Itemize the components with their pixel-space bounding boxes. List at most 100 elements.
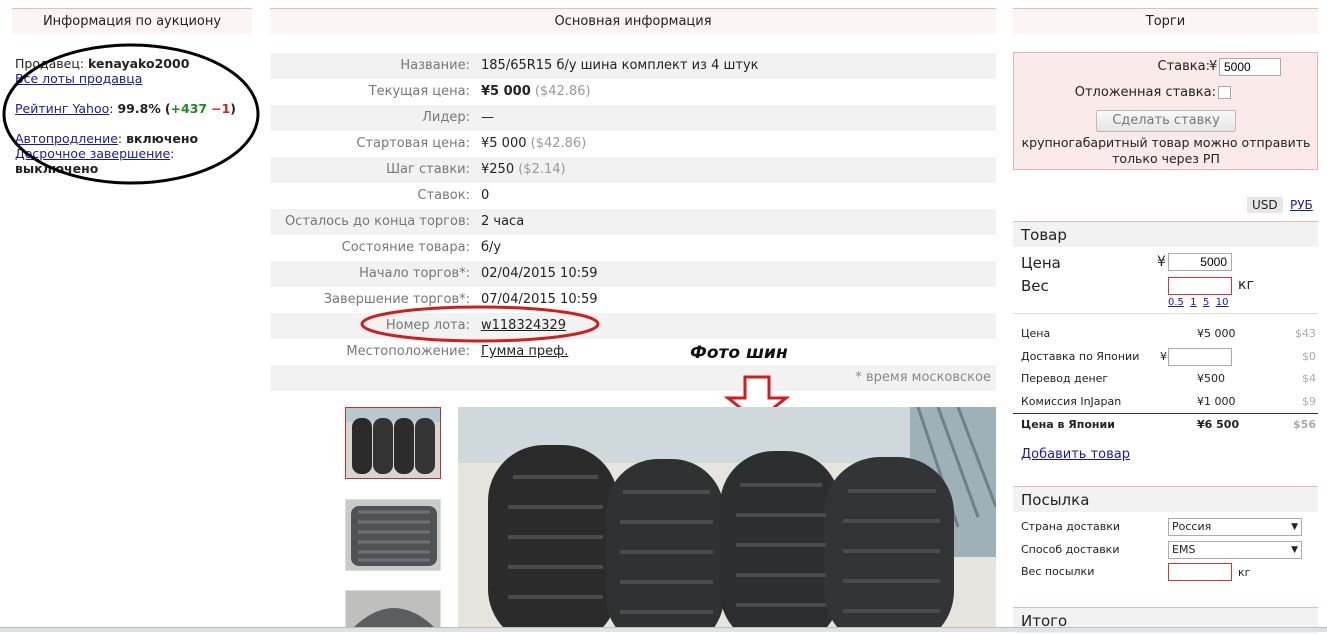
delayed-bid-checkbox[interactable] — [1218, 86, 1231, 99]
weight-preset-10[interactable]: 10 — [1216, 297, 1229, 308]
bid-form: Ставка: ¥ Отложенная ставка: Сделать ста… — [1013, 52, 1318, 170]
bidding-header: Торги — [1013, 8, 1318, 34]
info-row-title: Название: 185/65R15 б/у шина комплект из… — [270, 53, 996, 79]
calc-row-domestic-shipping: Доставка по Японии ¥ $0 — [1013, 346, 1318, 368]
weight-preset-5[interactable]: 5 — [1203, 297, 1209, 308]
parcel-weight-label: Вес посылки — [1021, 565, 1095, 578]
tread-thumbnail-image — [346, 500, 440, 570]
main-info-header: Основная информация — [270, 8, 996, 34]
item-weight-input[interactable] — [1168, 277, 1232, 295]
seller-highlight-ellipse — [2, 43, 260, 185]
weight-preset-links: 0.5 1 5 10 — [1168, 297, 1228, 308]
shipping-country-label: Страна доставки — [1021, 520, 1121, 533]
shipping-method-select[interactable]: EMS ▼ — [1168, 541, 1302, 559]
info-row-bids: Ставок: 0 — [270, 183, 996, 209]
delayed-bid-label: Отложенная ставка: — [1074, 85, 1216, 100]
info-label: Состояние товара: — [341, 240, 470, 255]
calc-value: ¥6 500 — [1197, 418, 1240, 431]
calc-label: Комиссия InJapan — [1021, 395, 1122, 408]
calc-row-price: Цена ¥5 000 $43 — [1013, 323, 1318, 345]
calc-value: ¥1 000 — [1197, 395, 1236, 408]
shipping-country-value: Россия — [1172, 520, 1212, 533]
calc-usd: $0 — [1302, 350, 1316, 363]
weight-preset-0-5[interactable]: 0.5 — [1168, 297, 1184, 308]
chevron-down-icon: ▼ — [1291, 522, 1298, 532]
info-label: Ставок: — [417, 188, 470, 203]
calc-usd: $4 — [1302, 372, 1316, 385]
info-value: 0 — [481, 188, 490, 203]
tire-photo-annotation: Фото шин — [690, 343, 788, 363]
lot-number-highlight-ellipse — [360, 305, 600, 343]
bid-label: Ставка: — [1157, 59, 1210, 74]
item-section-header: Товар — [1013, 221, 1318, 247]
info-value: ¥5 000 ($42.86) — [481, 79, 591, 105]
parcel-weight-input[interactable] — [1168, 563, 1232, 581]
calc-row-commission: Комиссия InJapan ¥1 000 $9 — [1013, 391, 1318, 413]
domestic-shipping-currency: ¥ — [1160, 350, 1167, 363]
info-value: ¥5 000 ($42.86) — [481, 131, 586, 157]
info-value: 02/04/2015 10:59 — [481, 266, 598, 281]
bid-amount-input[interactable] — [1219, 58, 1281, 76]
tires-photo-image — [458, 407, 996, 632]
info-row-start-time: Начало торгов*: 02/04/2015 10:59 — [270, 261, 996, 287]
info-row-condition: Состояние товара: б/у — [270, 235, 996, 261]
add-item-link[interactable]: Добавить товар — [1021, 447, 1130, 462]
calc-label: Доставка по Японии — [1021, 350, 1140, 363]
info-row-bid-step: Шаг ставки: ¥250 ($2.14) — [270, 157, 996, 183]
chevron-down-icon: ▼ — [1291, 545, 1298, 555]
bid-step: ¥250 — [481, 162, 515, 177]
calc-label: Перевод денег — [1021, 372, 1109, 385]
info-row-time-left: Осталось до конца торгов: 2 часа — [270, 209, 996, 235]
bid-shipping-note: крупногабаритный товар можно отправить т… — [1021, 135, 1311, 166]
calc-value: ¥5 000 — [1197, 327, 1236, 340]
item-weight-label: Вес — [1021, 277, 1049, 295]
item-price-input[interactable] — [1168, 253, 1232, 271]
info-value: 2 часа — [481, 214, 525, 229]
bid-currency: ¥ — [1209, 59, 1218, 74]
info-label: Лидер: — [422, 110, 470, 125]
currency-rub-toggle[interactable]: РУБ — [1290, 198, 1313, 212]
item-price-label: Цена — [1021, 254, 1061, 272]
info-label: Шаг ставки: — [386, 162, 470, 177]
info-label: Название: — [400, 58, 470, 73]
calc-usd: $43 — [1295, 327, 1316, 340]
shipping-country-select[interactable]: Россия ▼ — [1168, 518, 1302, 536]
calc-usd: $56 — [1293, 418, 1316, 431]
start-price: ¥5 000 — [481, 136, 527, 151]
calc-row-money-transfer: Перевод денег ¥500 $4 — [1013, 368, 1318, 390]
bid-step-usd: ($2.14) — [518, 162, 566, 177]
info-row-start-price: Стартовая цена: ¥5 000 ($42.86) — [270, 131, 996, 157]
photo-thumbnail-3[interactable] — [345, 590, 441, 630]
current-price-usd: ($42.86) — [534, 84, 591, 99]
info-value: — — [481, 110, 494, 125]
main-photo[interactable] — [458, 407, 996, 632]
shipping-method-value: EMS — [1172, 543, 1196, 556]
calc-divider — [1013, 313, 1318, 314]
item-price-currency: ¥ — [1157, 254, 1166, 270]
info-label: Начало торгов*: — [359, 266, 470, 281]
info-row-leader: Лидер: — — [270, 105, 996, 131]
place-bid-button[interactable]: Сделать ставку — [1096, 110, 1236, 132]
currency-usd-toggle[interactable]: USD — [1247, 197, 1283, 213]
calc-row-total-japan: Цена в Японии ¥6 500 $56 — [1013, 413, 1318, 435]
moscow-time-note: * время московское — [855, 370, 991, 385]
tire-side-thumbnail-image — [346, 591, 440, 629]
info-value: б/у — [481, 240, 502, 255]
shipping-method-label: Способ доставки — [1021, 543, 1120, 556]
weight-preset-1[interactable]: 1 — [1190, 297, 1196, 308]
item-weight-unit: кг — [1238, 277, 1254, 293]
start-price-usd: ($42.86) — [530, 136, 587, 151]
time-note-row: * время московское — [270, 365, 996, 391]
tires-thumbnail-image — [346, 408, 440, 478]
main-info-panel: Основная информация Название: 185/65R15 … — [270, 0, 996, 632]
current-price: ¥5 000 — [481, 84, 531, 99]
info-row-current-price: Текущая цена: ¥5 000 ($42.86) — [270, 79, 996, 105]
calc-value: ¥500 — [1197, 372, 1225, 385]
calc-usd: $9 — [1302, 395, 1316, 408]
calc-label: Цена — [1021, 327, 1051, 340]
photo-thumbnail-1[interactable] — [345, 407, 441, 479]
calc-label: Цена в Японии — [1021, 418, 1115, 431]
domestic-shipping-input[interactable] — [1168, 348, 1232, 366]
photo-thumbnail-2[interactable] — [345, 499, 441, 571]
parcel-weight-unit: кг — [1238, 566, 1251, 579]
